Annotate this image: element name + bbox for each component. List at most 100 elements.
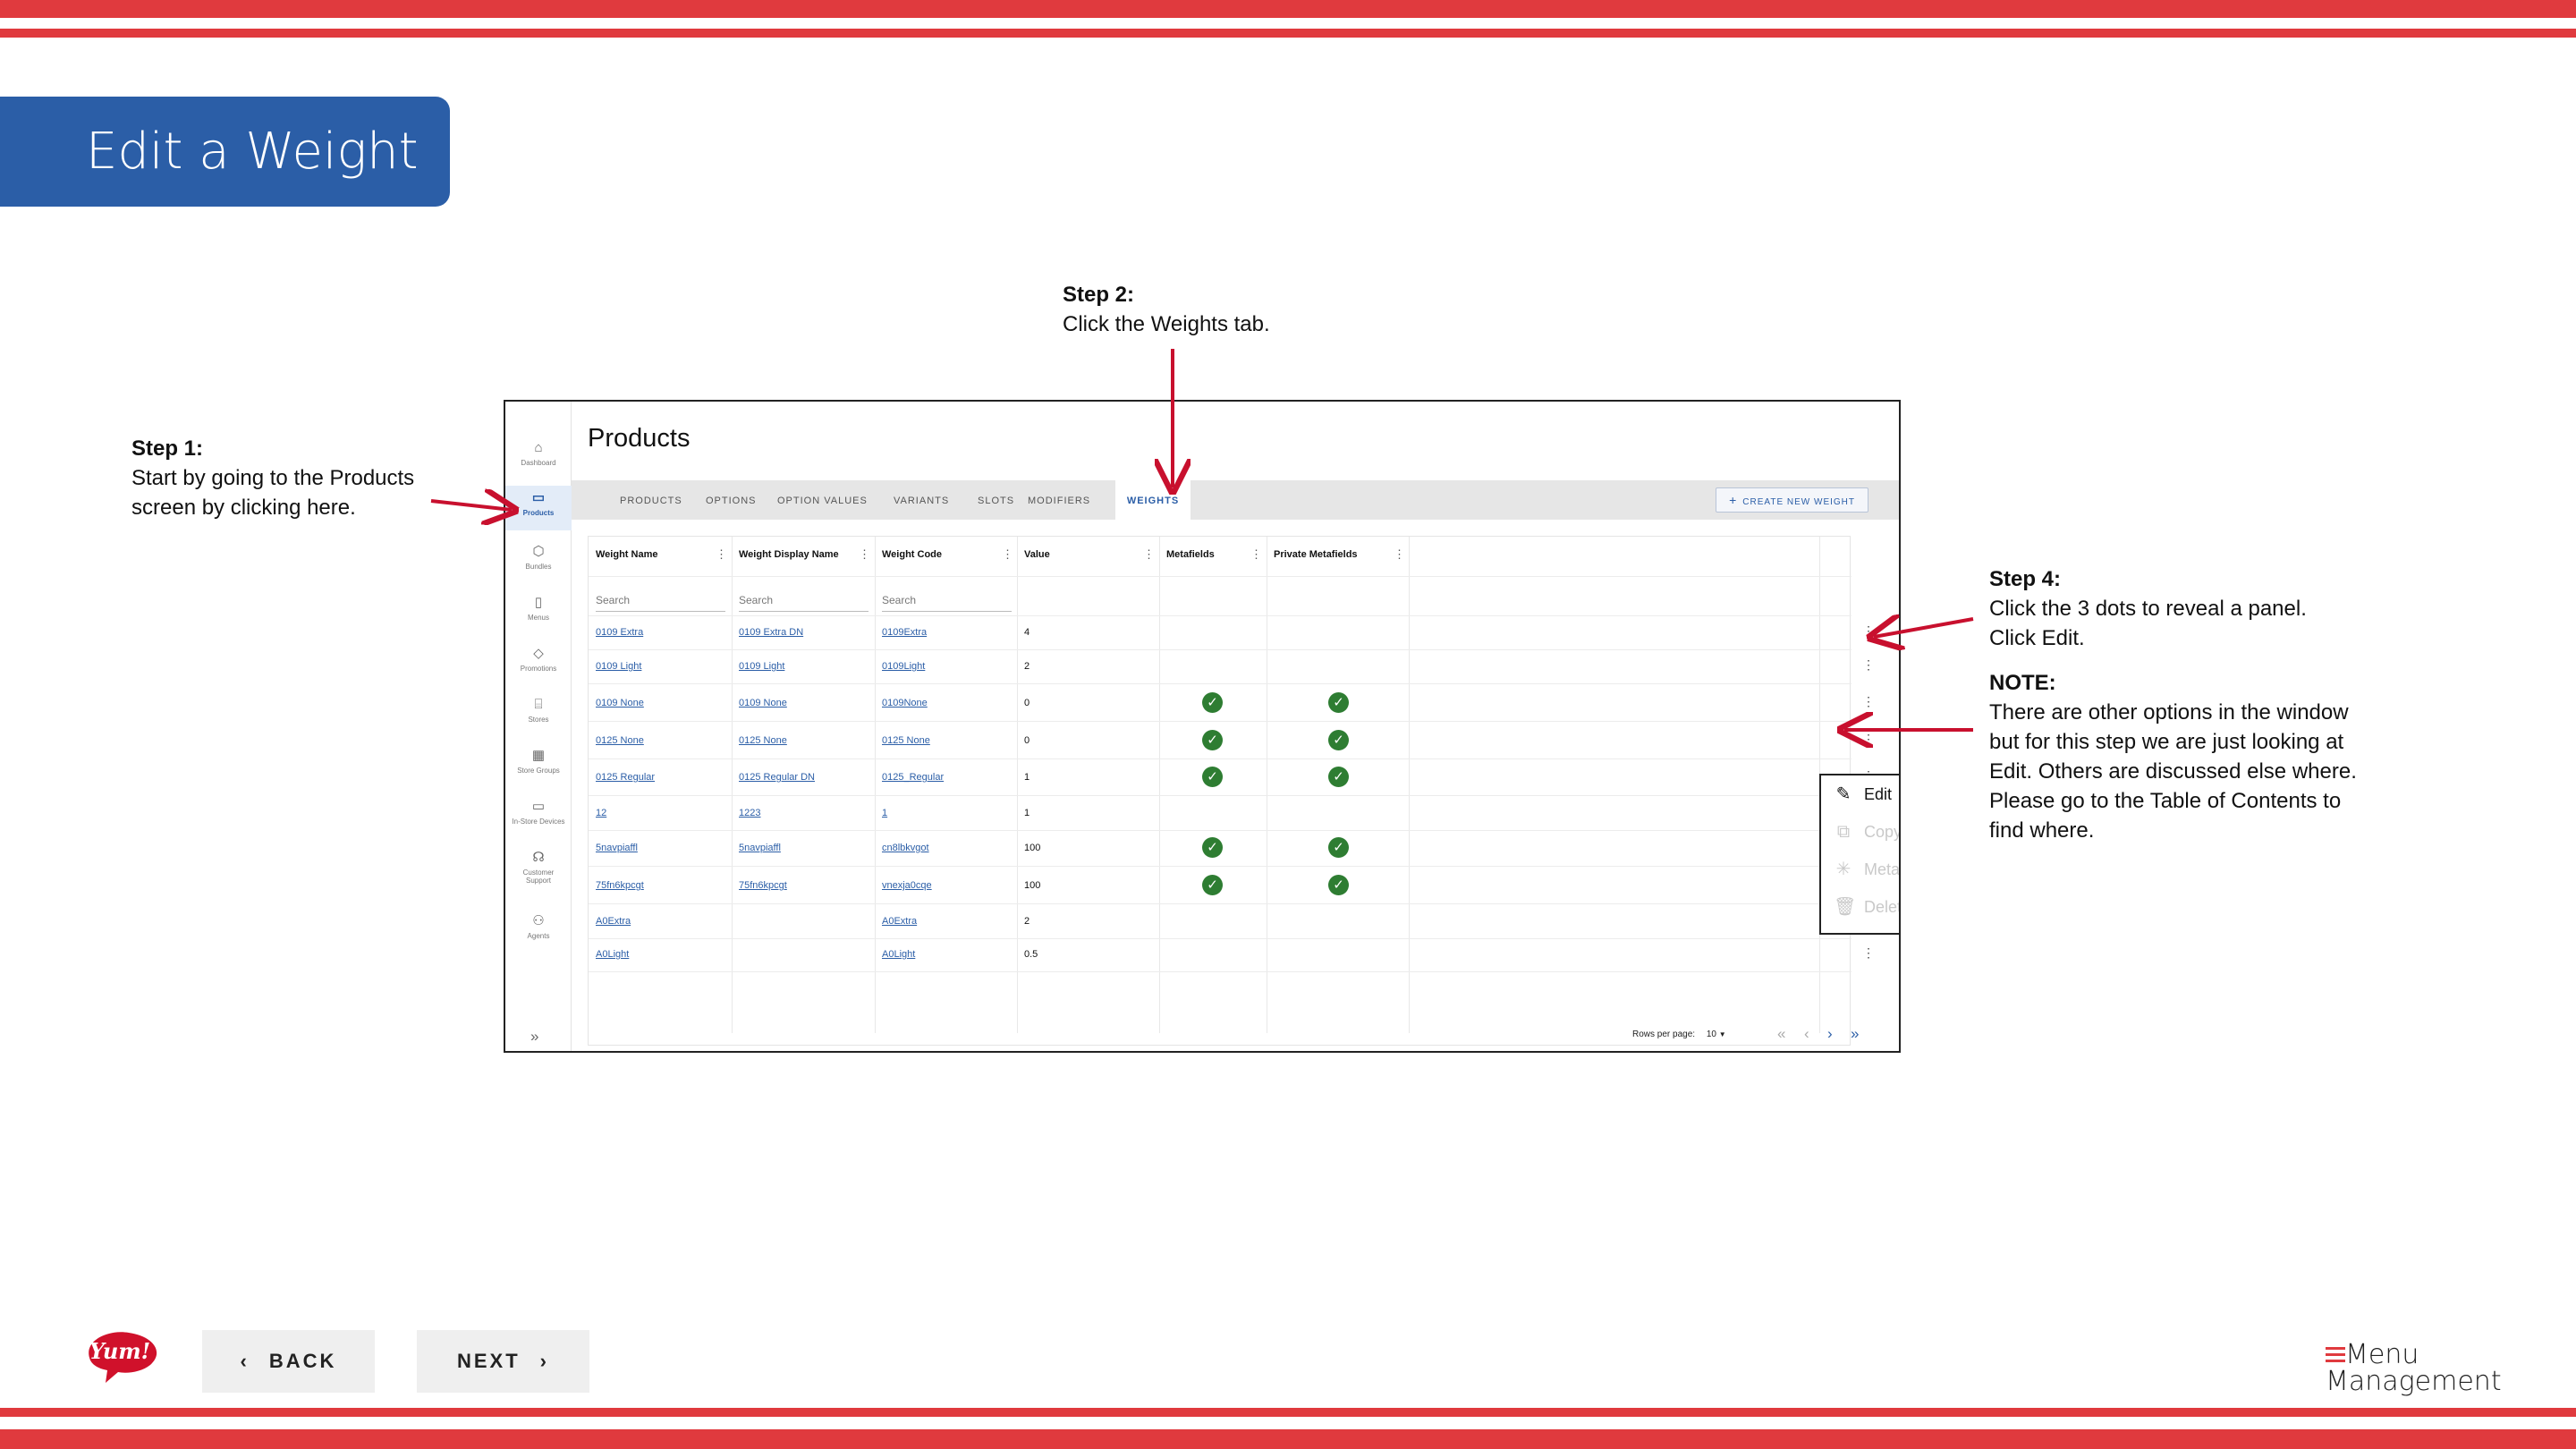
- weight-name-link[interactable]: 0109 Extra: [596, 627, 643, 638]
- column-menu-icon[interactable]: ⋮: [716, 547, 727, 562]
- column-header-value[interactable]: Value: [1024, 549, 1050, 560]
- search-input-weight-code[interactable]: Search: [882, 594, 1012, 612]
- column-menu-icon[interactable]: ⋮: [1143, 547, 1155, 562]
- weight-name-link[interactable]: 5navpiaffl: [596, 843, 638, 853]
- last-page-icon[interactable]: »: [1851, 1025, 1859, 1043]
- weight-name-link[interactable]: 12: [596, 808, 606, 818]
- sidebar-label: Support: [525, 877, 552, 885]
- search-input-weight-name[interactable]: Search: [596, 594, 725, 612]
- sidebar-item-dashboard[interactable]: ⌂ Dashboard: [505, 441, 572, 480]
- note-title: NOTE:: [1989, 671, 2056, 695]
- metafields-check-icon: ✓: [1202, 730, 1223, 750]
- weight-code-link[interactable]: A0Extra: [882, 916, 917, 927]
- sidebar-item-agents[interactable]: ⚇ Agents: [505, 914, 572, 941]
- previous-page-icon[interactable]: ‹: [1804, 1025, 1809, 1043]
- step2-title: Step 2:: [1063, 283, 1135, 307]
- weight-display-name-link[interactable]: 0125 Regular DN: [739, 772, 815, 783]
- weight-name-link[interactable]: A0Light: [596, 949, 629, 960]
- cube-icon: ⬡: [532, 544, 545, 559]
- back-button[interactable]: ‹ BACK: [202, 1330, 375, 1393]
- search-input-weight-display-name[interactable]: Search: [739, 594, 869, 612]
- column-menu-icon[interactable]: ⋮: [859, 547, 870, 562]
- weight-code-link[interactable]: 0125_Regular: [882, 772, 944, 783]
- tab-weights[interactable]: WEIGHTS: [1115, 480, 1191, 520]
- weight-value: 1: [1024, 772, 1030, 783]
- weight-code-link[interactable]: 0125 None: [882, 735, 930, 746]
- sidebar-item-store-groups[interactable]: ▦ Store Groups: [505, 749, 572, 775]
- weight-display-name-link[interactable]: 0125 None: [739, 735, 787, 746]
- column-divider: [732, 537, 733, 1033]
- weight-code-link[interactable]: 0109Light: [882, 661, 925, 672]
- tab-slots[interactable]: SLOTS: [978, 480, 1014, 520]
- column-menu-icon[interactable]: ⋮: [1394, 547, 1405, 562]
- weight-name-link[interactable]: 0109 Light: [596, 661, 641, 672]
- weight-display-name-link[interactable]: 1223: [739, 808, 760, 818]
- row-divider: [589, 938, 1852, 939]
- weight-display-name-link[interactable]: 0109 Light: [739, 661, 784, 672]
- weight-code-link[interactable]: cn8lbkvgot: [882, 843, 929, 853]
- row-actions-dots-icon[interactable]: ⋮: [1862, 694, 1875, 709]
- step1-text: Step 1: Start by going to the Products s…: [131, 434, 414, 522]
- weight-display-name-link[interactable]: 0109 None: [739, 698, 787, 708]
- weight-name-link[interactable]: A0Extra: [596, 916, 631, 927]
- sidebar-item-promotions[interactable]: ◇ Promotions: [505, 646, 572, 674]
- weight-display-name-link[interactable]: 5navpiaffl: [739, 843, 781, 853]
- document-icon: ▯: [534, 595, 543, 610]
- weight-code-link[interactable]: 0109Extra: [882, 627, 927, 638]
- column-header-weight-name[interactable]: Weight Name: [596, 549, 657, 560]
- next-button[interactable]: NEXT ›: [417, 1330, 589, 1393]
- create-new-weight-button[interactable]: + CREATE NEW WEIGHT: [1716, 487, 1868, 513]
- plus-icon: +: [1729, 493, 1738, 507]
- sidebar-item-customer-support[interactable]: ☊ Customer Support: [505, 851, 572, 886]
- row-actions-dots-icon[interactable]: ⋮: [1862, 945, 1875, 961]
- row-divider: [589, 649, 1852, 650]
- tab-variants[interactable]: VARIANTS: [894, 480, 949, 520]
- tab-option-values[interactable]: OPTION VALUES: [777, 480, 868, 520]
- weight-name-link[interactable]: 0125 None: [596, 735, 644, 746]
- next-page-icon[interactable]: ›: [1827, 1025, 1833, 1043]
- sidebar-item-in-store-devices[interactable]: ▭ In-Store Devices: [505, 800, 572, 826]
- weight-display-name-link[interactable]: 0109 Extra DN: [739, 627, 803, 638]
- rows-per-page-select[interactable]: 10: [1707, 1030, 1716, 1039]
- sidebar-label: Customer: [522, 869, 555, 877]
- weight-code-link[interactable]: 1: [882, 808, 887, 818]
- row-actions-dots-icon[interactable]: ⋮: [1862, 732, 1875, 747]
- weight-value: 0: [1024, 698, 1030, 708]
- row-divider: [589, 721, 1852, 722]
- menu-item-label: Copy: [1864, 823, 1901, 841]
- slide-title: Edit a Weight: [86, 123, 419, 181]
- sidebar-label: In-Store Devices: [512, 818, 565, 826]
- tab-modifiers[interactable]: MODIFIERS: [1028, 480, 1090, 520]
- menu-item-edit[interactable]: ✎ Edit: [1834, 781, 1892, 808]
- tab-options[interactable]: OPTIONS: [706, 480, 757, 520]
- note-line: Edit. Others are discussed else where.: [1989, 759, 2357, 784]
- weight-name-link[interactable]: 0109 None: [596, 698, 644, 708]
- tag-icon: ◇: [533, 646, 544, 661]
- expand-sidebar-icon[interactable]: »: [530, 1028, 538, 1046]
- sidebar-label: Stores: [528, 716, 549, 724]
- row-actions-dots-icon[interactable]: ⋮: [1862, 623, 1875, 639]
- column-header-weight-display-name[interactable]: Weight Display Name: [739, 549, 839, 560]
- column-menu-icon[interactable]: ⋮: [1002, 547, 1013, 562]
- rows-per-page: Rows per page: 10 ▼: [1632, 1030, 1726, 1039]
- column-menu-icon[interactable]: ⋮: [1250, 547, 1262, 562]
- weight-code-link[interactable]: A0Light: [882, 949, 915, 960]
- metafields-check-icon: ✓: [1202, 837, 1223, 858]
- sidebar-item-menus[interactable]: ▯ Menus: [505, 595, 572, 623]
- column-header-metafields[interactable]: Metafields: [1166, 549, 1215, 560]
- weight-code-link[interactable]: vnexja0cqe: [882, 880, 932, 891]
- first-page-icon[interactable]: «: [1777, 1025, 1785, 1043]
- column-header-private-metafields[interactable]: Private Metafields: [1274, 549, 1358, 560]
- row-actions-dots-icon[interactable]: ⋮: [1862, 657, 1875, 673]
- sidebar-item-products[interactable]: ▭ Products: [505, 486, 572, 530]
- column-header-weight-code[interactable]: Weight Code: [882, 549, 942, 560]
- weight-name-link[interactable]: 0125 Regular: [596, 772, 655, 783]
- tab-products[interactable]: PRODUCTS: [620, 480, 682, 520]
- weight-value: 0.5: [1024, 949, 1038, 960]
- weight-name-link[interactable]: 75fn6kpcgt: [596, 880, 644, 891]
- weight-display-name-link[interactable]: 75fn6kpcgt: [739, 880, 787, 891]
- grid-icon: ▦: [531, 748, 546, 763]
- sidebar-item-bundles[interactable]: ⬡ Bundles: [505, 544, 572, 572]
- sidebar-item-stores[interactable]: ⌸ Stores: [505, 698, 572, 724]
- weight-code-link[interactable]: 0109None: [882, 698, 928, 708]
